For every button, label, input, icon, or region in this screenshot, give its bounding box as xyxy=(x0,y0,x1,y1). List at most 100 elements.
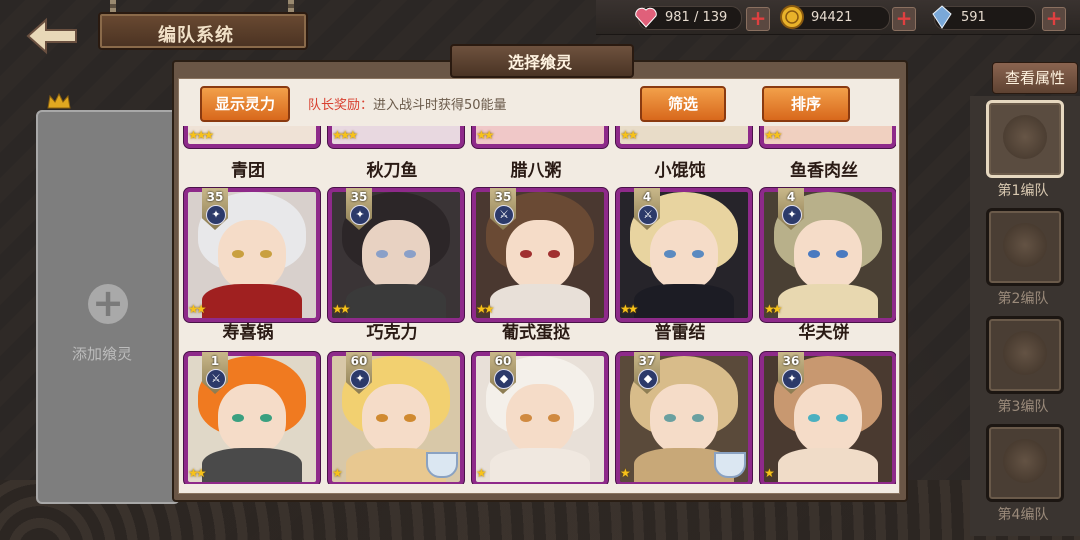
star-rating: ★ xyxy=(332,466,343,480)
sort-button[interactable]: 排序 xyxy=(762,86,850,122)
add-character-label: 添加飨灵 xyxy=(72,345,133,363)
team-label-3: 第3编队 xyxy=(997,399,1049,415)
add-character-icon[interactable]: + xyxy=(88,284,128,324)
crown-icon xyxy=(47,92,71,109)
star-rating: ★★ xyxy=(188,302,206,316)
add-stamina-button[interactable]: + xyxy=(746,7,770,31)
character-name: 鱼香肉丝 xyxy=(790,161,858,181)
star-rating: ★★ xyxy=(188,466,206,480)
character-card[interactable]: 35 ⚔ ★★ xyxy=(472,188,608,322)
character-name: 小馄饨 xyxy=(654,161,706,181)
character-card[interactable]: ★★★ xyxy=(184,126,320,148)
back-arrow-icon[interactable] xyxy=(24,16,80,56)
coin-icon xyxy=(780,5,804,29)
star-rating: ★★ xyxy=(764,128,782,142)
level-badge: 35 ⚔ xyxy=(490,188,516,230)
dialog-title: 选择飨灵 xyxy=(507,53,572,72)
element-icon: ✦ xyxy=(350,369,370,389)
show-power-button[interactable]: 显示灵力 xyxy=(200,86,290,122)
element-icon: ⚔ xyxy=(638,205,658,225)
character-name: 普雷结 xyxy=(654,323,706,343)
element-icon: ✦ xyxy=(206,205,226,225)
star-rating: ★★ xyxy=(332,302,350,316)
character-card[interactable]: 1 ⚔ ★★ xyxy=(184,352,320,484)
level-badge: 35 ✦ xyxy=(202,188,228,230)
character-portrait xyxy=(620,126,748,144)
character-card[interactable]: 36 ✦ ★ xyxy=(760,352,896,484)
team-emblem-icon xyxy=(1003,115,1047,159)
crystal-icon xyxy=(932,5,952,29)
dish-icon xyxy=(714,452,746,478)
level-badge: 37 ◆ xyxy=(634,352,660,394)
character-name: 腊八粥 xyxy=(510,161,562,181)
team-slot-4[interactable] xyxy=(986,424,1064,502)
team-label-2: 第2编队 xyxy=(997,291,1049,307)
character-name: 华夫饼 xyxy=(798,323,850,343)
stamina-counter: 981 / 139 xyxy=(635,6,742,30)
level-badge: 60 ◆ xyxy=(490,352,516,394)
star-rating: ★★ xyxy=(620,128,638,142)
captain-bonus-label: 队长奖励： xyxy=(308,98,374,113)
element-icon: ⚔ xyxy=(206,369,226,389)
star-rating: ★ xyxy=(764,466,775,480)
element-icon: ✦ xyxy=(782,205,802,225)
level-badge: 36 ✦ xyxy=(778,352,804,394)
star-rating: ★★ xyxy=(476,128,494,142)
star-rating: ★★ xyxy=(764,302,782,316)
crystal-counter: 591 xyxy=(932,5,1036,30)
view-attributes-button[interactable]: 查看属性 xyxy=(992,62,1078,94)
character-card[interactable]: 4 ✦ ★★ xyxy=(760,188,896,322)
team-emblem-icon xyxy=(1003,331,1047,375)
character-card[interactable]: 37 ◆ ★ xyxy=(616,352,752,484)
character-card[interactable]: ★★ xyxy=(616,126,752,148)
filter-button[interactable]: 筛选 xyxy=(640,86,726,122)
character-name: 巧克力 xyxy=(366,323,418,343)
character-card[interactable]: 35 ✦ ★★ xyxy=(184,188,320,322)
character-grid[interactable]: ★★★ 青团 ★★★ 秋刀鱼 ★★ 腊八粥 ★★ 小馄饨 ★★ 鱼香肉丝 35 ✦… xyxy=(180,126,896,484)
level-badge: 60 ✦ xyxy=(346,352,372,394)
element-icon: ✦ xyxy=(782,369,802,389)
character-name: 青团 xyxy=(231,161,265,181)
character-portrait xyxy=(476,126,604,144)
team-emblem-icon xyxy=(1003,439,1047,483)
character-card[interactable]: 35 ✦ ★★ xyxy=(328,188,464,322)
add-gold-button[interactable]: + xyxy=(892,7,916,31)
level-badge: 1 ⚔ xyxy=(202,352,228,394)
team-label-1: 第1编队 xyxy=(997,183,1049,199)
page-title: 编队系统 xyxy=(158,25,234,46)
character-portrait xyxy=(764,126,892,144)
character-name: 寿喜锅 xyxy=(222,323,274,343)
captain-bonus-text: 进入战斗时获得50能量 xyxy=(373,98,507,113)
star-rating: ★★ xyxy=(620,302,638,316)
team-slot-3[interactable] xyxy=(986,316,1064,394)
star-rating: ★★★ xyxy=(332,128,358,142)
element-icon: ✦ xyxy=(350,205,370,225)
level-badge: 4 ✦ xyxy=(778,188,804,230)
team-slot-2[interactable] xyxy=(986,208,1064,286)
star-rating: ★ xyxy=(476,466,487,480)
character-name: 葡式蛋挞 xyxy=(502,323,570,343)
character-card[interactable]: 60 ✦ ★ xyxy=(328,352,464,484)
level-badge: 35 ✦ xyxy=(346,188,372,230)
character-name: 秋刀鱼 xyxy=(366,161,418,181)
star-rating: ★★★ xyxy=(188,128,214,142)
level-badge: 4 ⚔ xyxy=(634,188,660,230)
star-rating: ★★ xyxy=(476,302,494,316)
character-card[interactable]: ★★ xyxy=(472,126,608,148)
character-card[interactable]: ★★ xyxy=(760,126,896,148)
team-emblem-icon xyxy=(1003,223,1047,267)
gold-counter: 94421 xyxy=(780,5,890,30)
heart-icon xyxy=(635,7,657,28)
add-crystal-button[interactable]: + xyxy=(1042,7,1066,31)
element-icon: ⚔ xyxy=(494,205,514,225)
character-card[interactable]: 60 ◆ ★ xyxy=(472,352,608,484)
element-icon: ◆ xyxy=(638,369,658,389)
team-slot-1[interactable] xyxy=(986,100,1064,178)
dish-icon xyxy=(426,452,458,478)
team-label-4: 第4编队 xyxy=(997,507,1049,523)
character-card[interactable]: ★★★ xyxy=(328,126,464,148)
star-rating: ★ xyxy=(620,466,631,480)
character-card[interactable]: 4 ⚔ ★★ xyxy=(616,188,752,322)
element-icon: ◆ xyxy=(494,369,514,389)
captain-bonus: 队长奖励：进入战斗时获得50能量 xyxy=(308,94,507,113)
